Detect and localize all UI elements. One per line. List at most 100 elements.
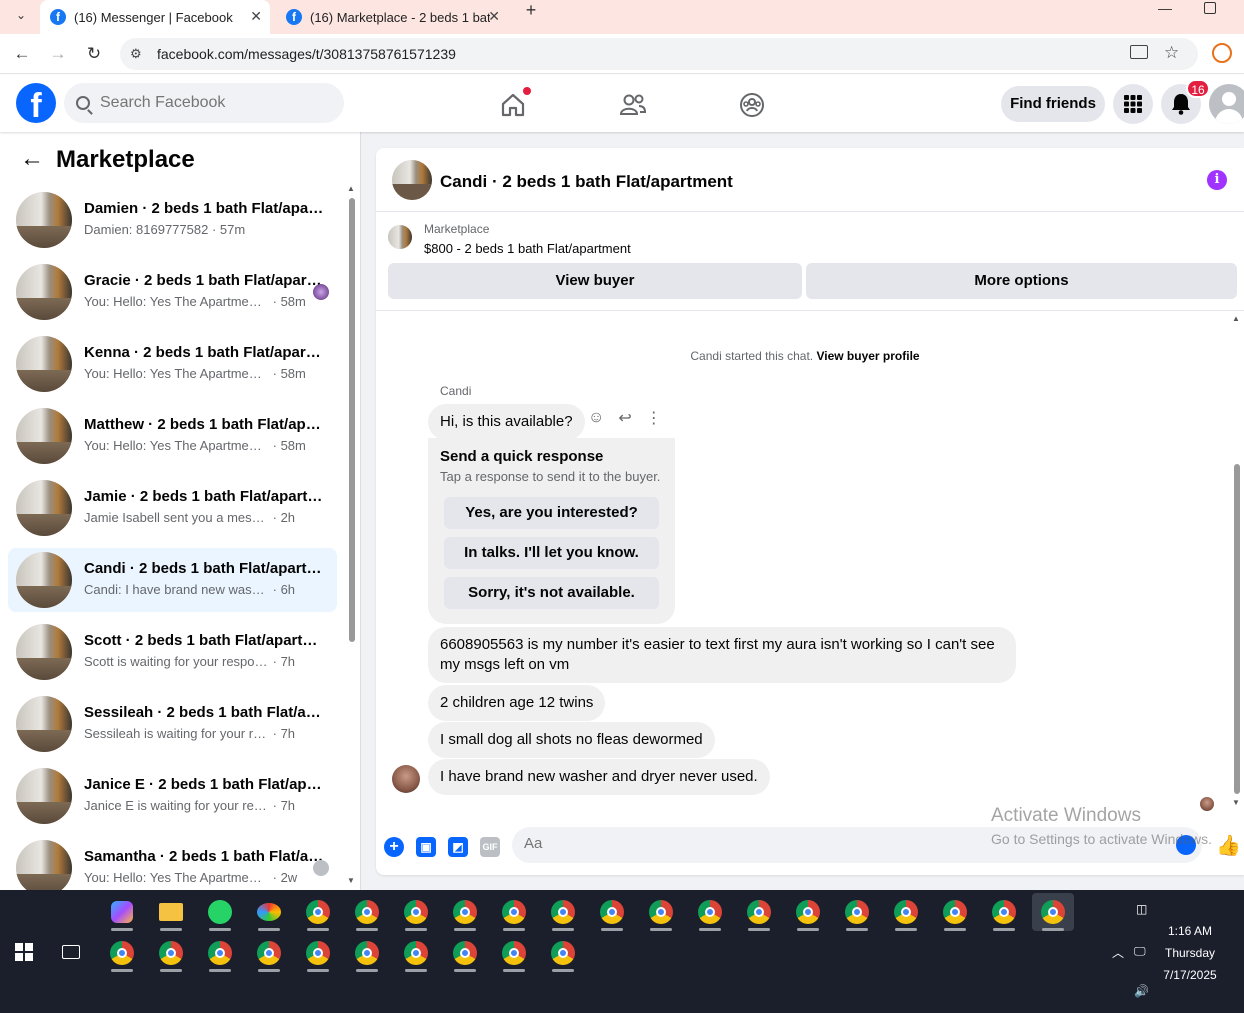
quick-reply-interested[interactable]: Yes, are you interested? bbox=[444, 497, 659, 529]
chrome-taskbar-icon[interactable] bbox=[444, 934, 486, 972]
message-bubble[interactable]: 6608905563 is my number it's easier to t… bbox=[428, 627, 1016, 683]
system-clock[interactable]: 1:16 AM Thursday 7/17/2025 bbox=[1150, 920, 1230, 986]
chrome-taskbar-icon[interactable] bbox=[199, 934, 241, 972]
conversation-item[interactable]: Samantha · 2 beds 1 bath Flat/apartment Y… bbox=[8, 836, 337, 890]
chrome-taskbar-icon[interactable] bbox=[248, 934, 290, 972]
chrome-taskbar-icon[interactable] bbox=[934, 893, 976, 931]
forward-icon[interactable]: → bbox=[46, 42, 70, 66]
scrollbar-thumb[interactable] bbox=[1234, 464, 1240, 794]
scroll-up-icon[interactable]: ▲ bbox=[1232, 314, 1240, 323]
reload-icon[interactable]: ↻ bbox=[82, 42, 106, 66]
paint-taskbar-icon[interactable] bbox=[248, 893, 290, 931]
close-tab-icon[interactable]: ✕ bbox=[250, 8, 262, 25]
chrome-taskbar-icon[interactable] bbox=[591, 893, 633, 931]
back-icon[interactable]: ← bbox=[10, 42, 34, 66]
view-buyer-button[interactable]: View buyer bbox=[388, 263, 802, 299]
facebook-logo[interactable]: f bbox=[16, 83, 56, 123]
url-text[interactable]: facebook.com/messages/t/3081375876157123… bbox=[157, 46, 456, 62]
chat-title[interactable]: Candi · 2 beds 1 bath Flat/apartment bbox=[440, 172, 733, 192]
menu-grid-icon[interactable] bbox=[1113, 84, 1153, 124]
chrome-taskbar-icon[interactable] bbox=[444, 893, 486, 931]
browser-profile-icon[interactable] bbox=[1212, 43, 1232, 63]
explorer-taskbar-icon[interactable] bbox=[150, 893, 192, 931]
chrome-taskbar-icon[interactable] bbox=[787, 893, 829, 931]
search-box[interactable] bbox=[64, 83, 344, 123]
sender-avatar[interactable] bbox=[392, 765, 420, 793]
chat-scrollbar[interactable]: ▲ ▼ bbox=[1231, 314, 1243, 812]
message-bubble[interactable]: Hi, is this available? bbox=[428, 404, 585, 440]
chrome-taskbar-icon[interactable] bbox=[395, 893, 437, 931]
friends-icon[interactable] bbox=[619, 91, 647, 119]
chrome-taskbar-icon[interactable] bbox=[346, 934, 388, 972]
listing-thumbnail[interactable] bbox=[392, 160, 432, 200]
chrome-taskbar-icon[interactable] bbox=[983, 893, 1025, 931]
scroll-down-icon[interactable]: ▼ bbox=[347, 876, 355, 885]
network-icon[interactable]: 🖵 bbox=[1134, 944, 1146, 959]
conversation-item[interactable]: Damien · 2 beds 1 bath Flat/apartment Dam… bbox=[8, 188, 337, 252]
bookmark-star-icon[interactable]: ☆ bbox=[1164, 43, 1179, 63]
volume-icon[interactable]: 🔊 bbox=[1134, 984, 1149, 998]
new-tab-button[interactable]: + bbox=[520, 0, 542, 20]
message-bubble[interactable]: 2 children age 12 twins bbox=[428, 685, 606, 721]
tab-marketplace[interactable]: f (16) Marketplace - 2 beds 1 bat ✕ bbox=[276, 0, 508, 34]
close-tab-icon[interactable]: ✕ bbox=[488, 8, 500, 25]
chrome-taskbar-icon[interactable] bbox=[640, 893, 682, 931]
tab-messenger[interactable]: f (16) Messenger | Facebook ✕ bbox=[40, 0, 270, 34]
copilot-taskbar-icon[interactable] bbox=[101, 893, 143, 931]
photo-icon[interactable]: ▣ bbox=[416, 837, 436, 857]
find-friends-button[interactable]: Find friends bbox=[1001, 86, 1105, 122]
conversation-item[interactable]: Janice E · 2 beds 1 bath Flat/apartment J… bbox=[8, 764, 337, 828]
chrome-taskbar-icon[interactable] bbox=[689, 893, 731, 931]
tray-chevron-icon[interactable]: ︿ bbox=[1112, 944, 1124, 961]
chrome-taskbar-icon[interactable] bbox=[346, 893, 388, 931]
conversation-item[interactable]: Kenna · 2 beds 1 bath Flat/apartment You:… bbox=[8, 332, 337, 396]
info-icon[interactable]: i bbox=[1207, 170, 1227, 190]
chrome-taskbar-icon[interactable] bbox=[101, 934, 143, 972]
minimize-window-icon[interactable]: — bbox=[1158, 0, 1172, 16]
view-buyer-profile-link[interactable]: View buyer profile bbox=[816, 349, 919, 363]
sticker-icon[interactable]: ◩ bbox=[448, 837, 468, 857]
gif-icon[interactable]: GIF bbox=[480, 837, 500, 857]
message-bubble[interactable]: I have brand new washer and dryer never … bbox=[428, 759, 770, 795]
tab-search-chevron-icon[interactable]: ⌄ bbox=[8, 2, 34, 28]
chrome-taskbar-icon[interactable] bbox=[493, 893, 535, 931]
tray-meet-icon[interactable]: ◫ bbox=[1136, 902, 1147, 916]
search-input[interactable] bbox=[100, 94, 320, 112]
groups-icon[interactable] bbox=[738, 91, 766, 119]
chrome-taskbar-icon[interactable] bbox=[297, 893, 339, 931]
more-options-button[interactable]: More options bbox=[806, 263, 1237, 299]
scrollbar-thumb[interactable] bbox=[349, 198, 355, 642]
windows-start-icon[interactable] bbox=[15, 943, 33, 961]
chrome-taskbar-icon[interactable] bbox=[150, 934, 192, 972]
more-dots-icon[interactable]: ⋮ bbox=[646, 408, 662, 428]
chrome-taskbar-icon[interactable] bbox=[542, 893, 584, 931]
chrome-taskbar-icon[interactable] bbox=[493, 934, 535, 972]
task-view-icon[interactable] bbox=[62, 945, 80, 959]
conversation-item[interactable]: Matthew · 2 beds 1 bath Flat/apartment Yo… bbox=[8, 404, 337, 468]
conversation-item[interactable]: Gracie · 2 beds 1 bath Flat/apartment You… bbox=[8, 260, 337, 324]
conversation-item[interactable]: Jamie · 2 beds 1 bath Flat/apartment Jami… bbox=[8, 476, 337, 540]
conversation-item[interactable]: Scott · 2 beds 1 bath Flat/apartment Scot… bbox=[8, 620, 337, 684]
account-avatar[interactable] bbox=[1209, 84, 1244, 124]
chrome-taskbar-icon[interactable] bbox=[297, 934, 339, 972]
plus-icon[interactable]: + bbox=[384, 837, 404, 857]
scroll-down-icon[interactable]: ▼ bbox=[1232, 798, 1240, 807]
quick-reply-not-available[interactable]: Sorry, it's not available. bbox=[444, 577, 659, 609]
chrome-taskbar-icon[interactable] bbox=[1032, 893, 1074, 931]
install-app-icon[interactable] bbox=[1130, 45, 1148, 59]
back-arrow-icon[interactable]: ← bbox=[20, 145, 44, 173]
chrome-taskbar-icon[interactable] bbox=[542, 934, 584, 972]
home-icon[interactable] bbox=[499, 87, 531, 119]
url-bar[interactable]: ⚙ facebook.com/messages/t/30813758761571… bbox=[120, 38, 1198, 70]
whatsapp-taskbar-icon[interactable] bbox=[199, 893, 241, 931]
scroll-up-icon[interactable]: ▲ bbox=[347, 184, 355, 193]
quick-reply-in-talks[interactable]: In talks. I'll let you know. bbox=[444, 537, 659, 569]
chrome-taskbar-icon[interactable] bbox=[395, 934, 437, 972]
inbox-scrollbar[interactable]: ▲ ▼ bbox=[347, 184, 357, 890]
react-emoji-icon[interactable]: ☺ bbox=[588, 409, 604, 427]
like-thumbs-up-icon[interactable]: 👍 bbox=[1216, 833, 1241, 858]
conversation-item[interactable]: Candi · 2 beds 1 bath Flat/apartment Cand… bbox=[8, 548, 337, 612]
restore-window-icon[interactable] bbox=[1204, 2, 1216, 14]
conversation-item[interactable]: Sessileah · 2 beds 1 bath Flat/apartment… bbox=[8, 692, 337, 756]
chrome-taskbar-icon[interactable] bbox=[738, 893, 780, 931]
